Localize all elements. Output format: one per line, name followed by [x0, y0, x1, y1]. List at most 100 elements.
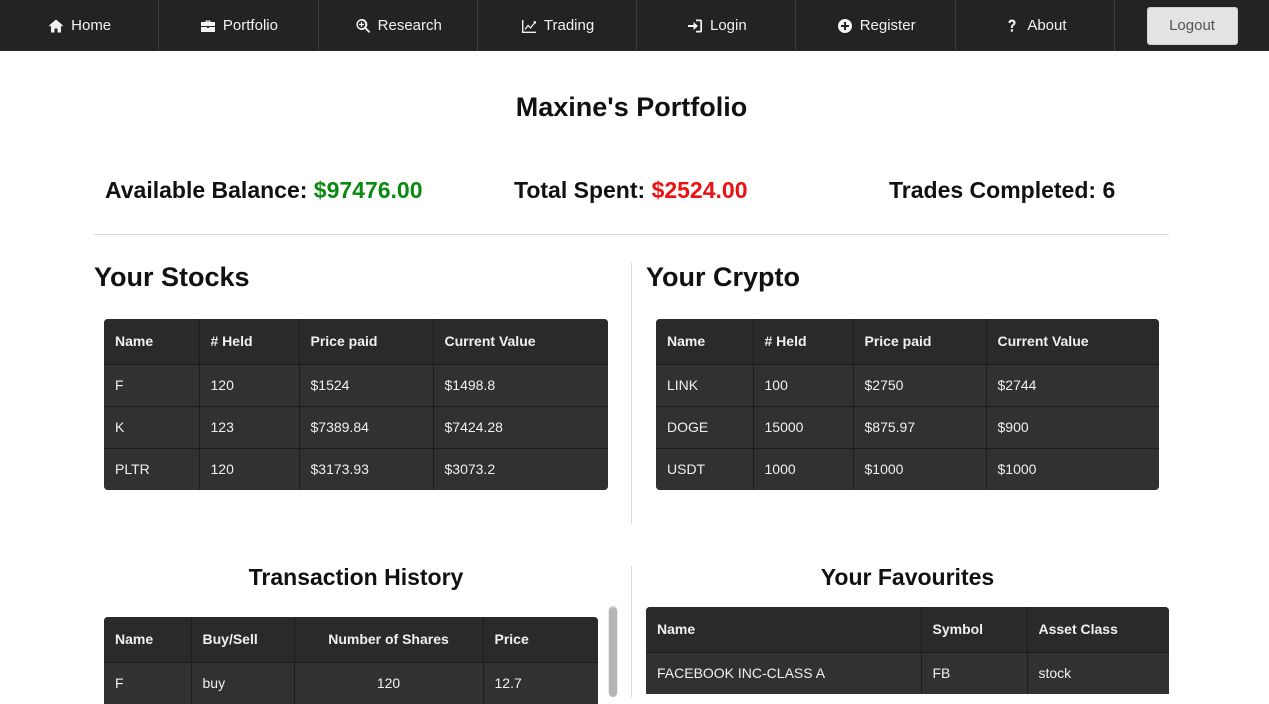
scrollbar-thumb[interactable] [609, 607, 617, 697]
nav-home-label: Home [71, 17, 112, 34]
table-row: PLTR 120 $3173.93 $3073.2 [104, 448, 608, 490]
table-cell: $1498.8 [433, 364, 608, 407]
column-header: Current Value [433, 319, 608, 365]
column-header: Name [104, 617, 192, 663]
trades-completed: Trades Completed: 6 [889, 177, 1115, 204]
table-cell: $900 [986, 406, 1159, 449]
login-icon [686, 17, 704, 35]
column-header: Number of Shares [294, 617, 484, 663]
nav-portfolio[interactable]: Portfolio [159, 0, 319, 51]
table-cell: $7389.84 [299, 406, 434, 449]
balance-label: Available Balance: [105, 177, 314, 203]
table-cell: 12.7 [494, 675, 522, 692]
table-header-row: Name Symbol Asset Class [646, 607, 1169, 653]
column-divider-upper [631, 263, 632, 524]
column-header: Buy/Sell [191, 617, 295, 663]
spent-value: $2524.00 [651, 177, 748, 203]
table-cell: buy [191, 662, 295, 704]
total-spent: Total Spent: $2524.00 [514, 177, 748, 204]
table-cell: F [104, 662, 192, 704]
nav-register-label: Register [859, 17, 916, 34]
table-cell: $7424.28 [433, 406, 608, 449]
table-cell: LINK [656, 364, 754, 407]
nav-register[interactable]: Register [796, 0, 956, 51]
available-balance: Available Balance: $97476.00 [105, 177, 423, 204]
stocks-table: Name # Held Price paid Current Value F 1… [104, 319, 608, 490]
column-header: Name [646, 607, 922, 653]
table-cell: $1524 [299, 364, 434, 407]
transaction-history-title: Transaction History [248, 564, 464, 590]
column-header: Name [104, 319, 200, 365]
table-header-row: Name # Held Price paid Current Value [104, 319, 608, 365]
table-cell: K [104, 406, 200, 449]
column-header: # Held [753, 319, 854, 365]
table-cell: $1000 [997, 461, 1037, 478]
home-icon [47, 17, 65, 35]
favourites-title: Your Favourites [820, 564, 995, 590]
table-cell: 1000 [753, 448, 854, 490]
column-header: Symbol [921, 607, 1028, 653]
column-header: Name [656, 319, 754, 365]
nav-home[interactable]: Home [0, 0, 160, 51]
nav-trading[interactable]: Trading [478, 0, 638, 51]
top-navbar: Home Portfolio Research Trading Login Re… [0, 0, 1269, 51]
briefcase-icon [199, 17, 217, 35]
trades-value: 6 [1102, 177, 1116, 203]
crypto-table: Name # Held Price paid Current Value LIN… [656, 319, 1159, 490]
table-cell: PLTR [104, 448, 200, 490]
table-cell: F [104, 364, 200, 407]
table-cell: stock [1038, 665, 1072, 682]
table-cell: $2744 [986, 364, 1159, 407]
column-header: Current Value [986, 319, 1159, 365]
table-cell: USDT [656, 448, 754, 490]
table-header-row: Name # Held Price paid Current Value [656, 319, 1159, 365]
crypto-title: Your Crypto [646, 262, 800, 292]
table-cell: 120 [294, 662, 484, 704]
nav-login-label: Login [709, 17, 747, 34]
table-row: F 120 $1524 $1498.8 [104, 364, 608, 407]
table-cell: $3073.2 [444, 461, 496, 478]
table-cell: 100 [753, 364, 854, 407]
table-row: USDT 1000 $1000 $1000 [656, 448, 1159, 490]
nav-trading-label: Trading [543, 17, 595, 34]
table-cell: $1000 [853, 448, 987, 490]
nav-logout-area: Logout [1115, 0, 1269, 51]
table-cell: FACEBOOK INC-CLASS A [646, 652, 922, 694]
search-plus-icon [354, 17, 372, 35]
nav-portfolio-label: Portfolio [222, 17, 278, 34]
table-row[interactable]: FACEBOOK INC-CLASS A FB stock [646, 652, 1169, 694]
table-cell: FB [921, 652, 1028, 694]
page-title: Maxine's Portfolio [515, 92, 748, 122]
logout-button[interactable]: Logout [1146, 6, 1238, 45]
column-header: Asset Class [1027, 607, 1169, 653]
table-cell: 120 [199, 448, 300, 490]
stocks-title: Your Stocks [94, 262, 250, 292]
table-row: F buy 120 12.7 [104, 662, 598, 704]
table-row: LINK 100 $2750 $2744 [656, 364, 1159, 407]
transaction-scrollbar[interactable] [608, 605, 618, 697]
plus-circle-icon [836, 17, 854, 35]
table-cell: DOGE [656, 406, 754, 449]
question-icon [1003, 17, 1021, 35]
table-row: DOGE 15000 $875.97 $900 [656, 406, 1159, 449]
nav-about[interactable]: About [956, 0, 1116, 51]
nav-login[interactable]: Login [637, 0, 797, 51]
table-row: K 123 $7389.84 $7424.28 [104, 406, 608, 449]
line-chart-icon [520, 17, 538, 35]
table-cell: 120 [199, 364, 300, 407]
column-header: Price paid [299, 319, 434, 365]
transaction-history-table: Name Buy/Sell Number of Shares Price F b… [104, 617, 598, 704]
column-header: Price [483, 617, 598, 663]
favourites-table: Name Symbol Asset Class FACEBOOK INC-CLA… [646, 607, 1169, 694]
column-divider-lower [631, 566, 632, 697]
nav-research-label: Research [377, 17, 442, 34]
table-cell: $2750 [853, 364, 987, 407]
nav-research[interactable]: Research [319, 0, 478, 51]
column-header: Price paid [853, 319, 987, 365]
table-cell: $3173.93 [299, 448, 434, 490]
table-header-row: Name Buy/Sell Number of Shares Price [104, 617, 598, 663]
column-header: # Held [199, 319, 300, 365]
table-cell: 123 [199, 406, 300, 449]
trades-label: Trades Completed: [889, 177, 1103, 203]
spent-label: Total Spent: [514, 177, 652, 203]
